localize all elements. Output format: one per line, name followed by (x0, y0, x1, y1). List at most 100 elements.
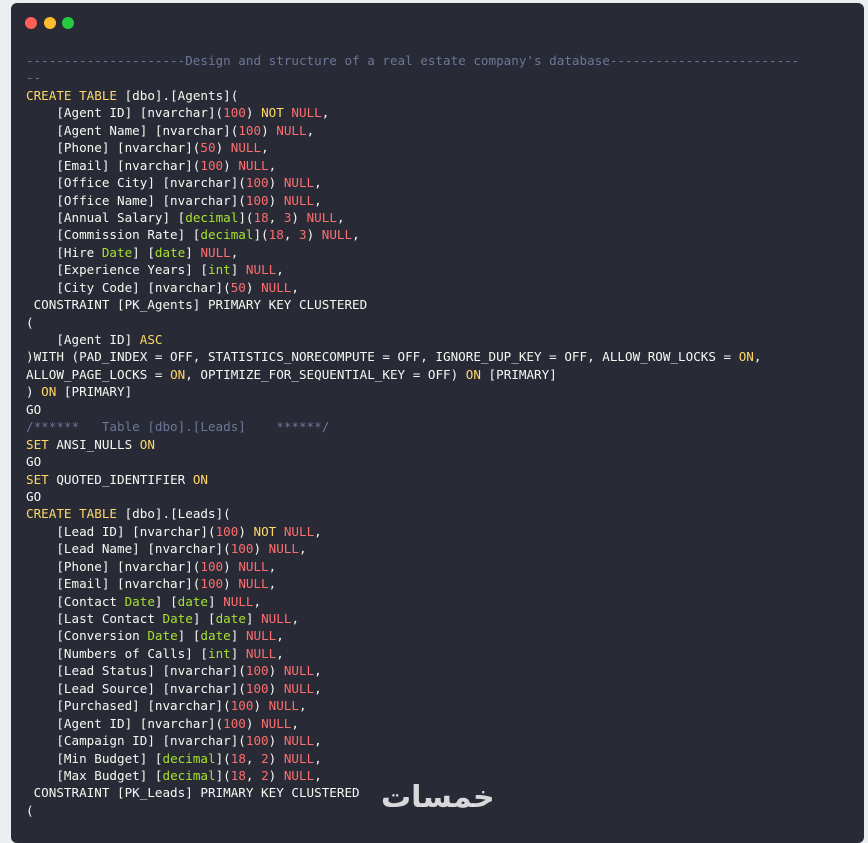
code-token: [Email] [nvarchar]( (26, 157, 201, 173)
code-token: ) (253, 698, 269, 714)
code-token: [Email] [nvarchar]( (26, 576, 201, 592)
code-token: , OPTIMIZE_FOR_SEQUENTIAL_KEY = OFF) (185, 366, 466, 382)
code-token: CREATE TABLE (26, 506, 117, 522)
code-line: [Lead Name] [nvarchar](100) NULL, (26, 540, 856, 557)
code-token: NULL (283, 175, 315, 191)
code-token: ) (238, 523, 254, 539)
code-token: , (276, 645, 284, 661)
code-token: [Experience Years] [ (26, 262, 208, 278)
code-token: decimal (200, 227, 254, 243)
code-token: [Min Budget] [ (26, 750, 163, 766)
code-line: [Numbers of Calls] [int] NULL, (26, 645, 856, 662)
code-token: [Conversion (26, 628, 148, 644)
code-line: GO (26, 488, 856, 505)
code-token: [Phone] [nvarchar]( (26, 558, 201, 574)
code-token: NULL (238, 576, 269, 592)
code-token: 100 (245, 733, 269, 749)
code-token: ) (26, 384, 42, 400)
code-token: , (253, 593, 262, 609)
code-token: ] (245, 611, 262, 626)
close-button[interactable] (25, 17, 37, 29)
code-token: 100 (223, 105, 246, 121)
code-line: [Last Contact Date] [date] NULL, (26, 610, 856, 627)
code-token: [Lead Source] [nvarchar]( (26, 680, 246, 696)
code-line: )WITH (PAD_INDEX = OFF, STATISTICS_NOREC… (26, 348, 856, 365)
code-token: [Contact (26, 593, 125, 609)
code-token: ON (41, 384, 57, 400)
code-token: NULL (245, 645, 277, 661)
code-token: NULL (283, 750, 315, 766)
code-token: [Last Contact (26, 611, 163, 626)
code-token: ) (215, 140, 231, 156)
code-token: 100 (230, 541, 254, 557)
code-token: ) (261, 122, 277, 138)
code-token: , (314, 733, 322, 749)
code-token: ANSI_NULLS (48, 436, 140, 452)
code-token: 18 (268, 227, 284, 243)
code-token: ) (268, 733, 284, 749)
code-token: ) (268, 680, 284, 696)
code-line: [Email] [nvarchar](100) NULL, (26, 575, 856, 592)
code-line: [Agent ID] [nvarchar](100) NOT NULL, (26, 104, 856, 121)
code-line: [Office City] [nvarchar](100) NULL, (26, 174, 856, 191)
code-token: ) (245, 105, 262, 121)
code-token: ON (170, 366, 186, 382)
code-token: , (352, 227, 360, 243)
code-line: [Commission Rate] [decimal](18, 3) NULL, (26, 226, 856, 243)
code-line: CREATE TABLE [dbo].[Leads]( (26, 505, 856, 522)
code-token: [PRIMARY] (56, 384, 133, 400)
code-line: -- (26, 69, 856, 86)
window-titlebar (11, 3, 864, 43)
code-token: Date (124, 593, 155, 609)
code-token: QUOTED_IDENTIFIER (48, 471, 193, 487)
code-line: [Lead ID] [nvarchar](100) NOT NULL, (26, 523, 856, 540)
code-token: ] (230, 262, 246, 278)
minimize-button[interactable] (44, 17, 56, 29)
code-token: [Hire (26, 244, 102, 260)
code-token: -- (26, 70, 42, 86)
maximize-button[interactable] (62, 17, 74, 29)
code-token: , (314, 750, 322, 766)
code-token: 18 (230, 750, 246, 766)
code-token: 100 (245, 192, 269, 208)
code-token: CREATE TABLE (26, 87, 117, 103)
code-token: , (291, 611, 300, 626)
code-token: NULL (306, 209, 337, 225)
code-token: 100 (245, 680, 269, 696)
code-token: ) (253, 541, 269, 557)
code-token: [dbo].[Leads]( (117, 506, 231, 522)
code-line: ( (26, 314, 856, 331)
code-token: 100 (200, 576, 224, 592)
code-token: NULL (223, 593, 254, 609)
code-line: [Min Budget] [decimal](18, 2) NULL, (26, 750, 856, 767)
code-token: )WITH (PAD_INDEX = OFF, STATISTICS_NOREC… (26, 349, 739, 365)
code-token: ) (306, 227, 322, 243)
code-token: 100 (230, 698, 254, 714)
code-token: date (154, 244, 186, 260)
code-token: NOT (253, 523, 277, 539)
code-token: , (321, 105, 330, 121)
code-line: [Purchased] [nvarchar](100) NULL, (26, 697, 856, 714)
code-token: [Max Budget] [ (26, 767, 163, 783)
code-token: NULL (245, 628, 277, 644)
code-token: , (306, 122, 315, 138)
code-token: , (314, 175, 322, 191)
code-line: [Phone] [nvarchar](100) NULL, (26, 558, 856, 575)
code-token: , (268, 576, 277, 592)
code-line: SET ANSI_NULLS ON (26, 436, 856, 453)
code-token: , (298, 698, 307, 714)
code-token: NULL (283, 663, 315, 679)
code-token: NULL (238, 157, 269, 173)
code-token: NULL (283, 680, 315, 696)
code-token: 3 (298, 227, 307, 243)
code-token: [PRIMARY] (480, 366, 557, 382)
code-token: [dbo].[Agents]( (117, 87, 239, 103)
code-token: ] (185, 244, 201, 260)
code-token: [Annual Salary] [ (26, 209, 186, 225)
code-token: [Agent ID] [nvarchar]( (26, 105, 224, 121)
code-token: ] [ (177, 628, 201, 644)
code-token: , (245, 767, 262, 783)
code-token: , (291, 715, 299, 731)
code-token: ( (26, 802, 34, 818)
code-token: ] [ (192, 611, 216, 626)
